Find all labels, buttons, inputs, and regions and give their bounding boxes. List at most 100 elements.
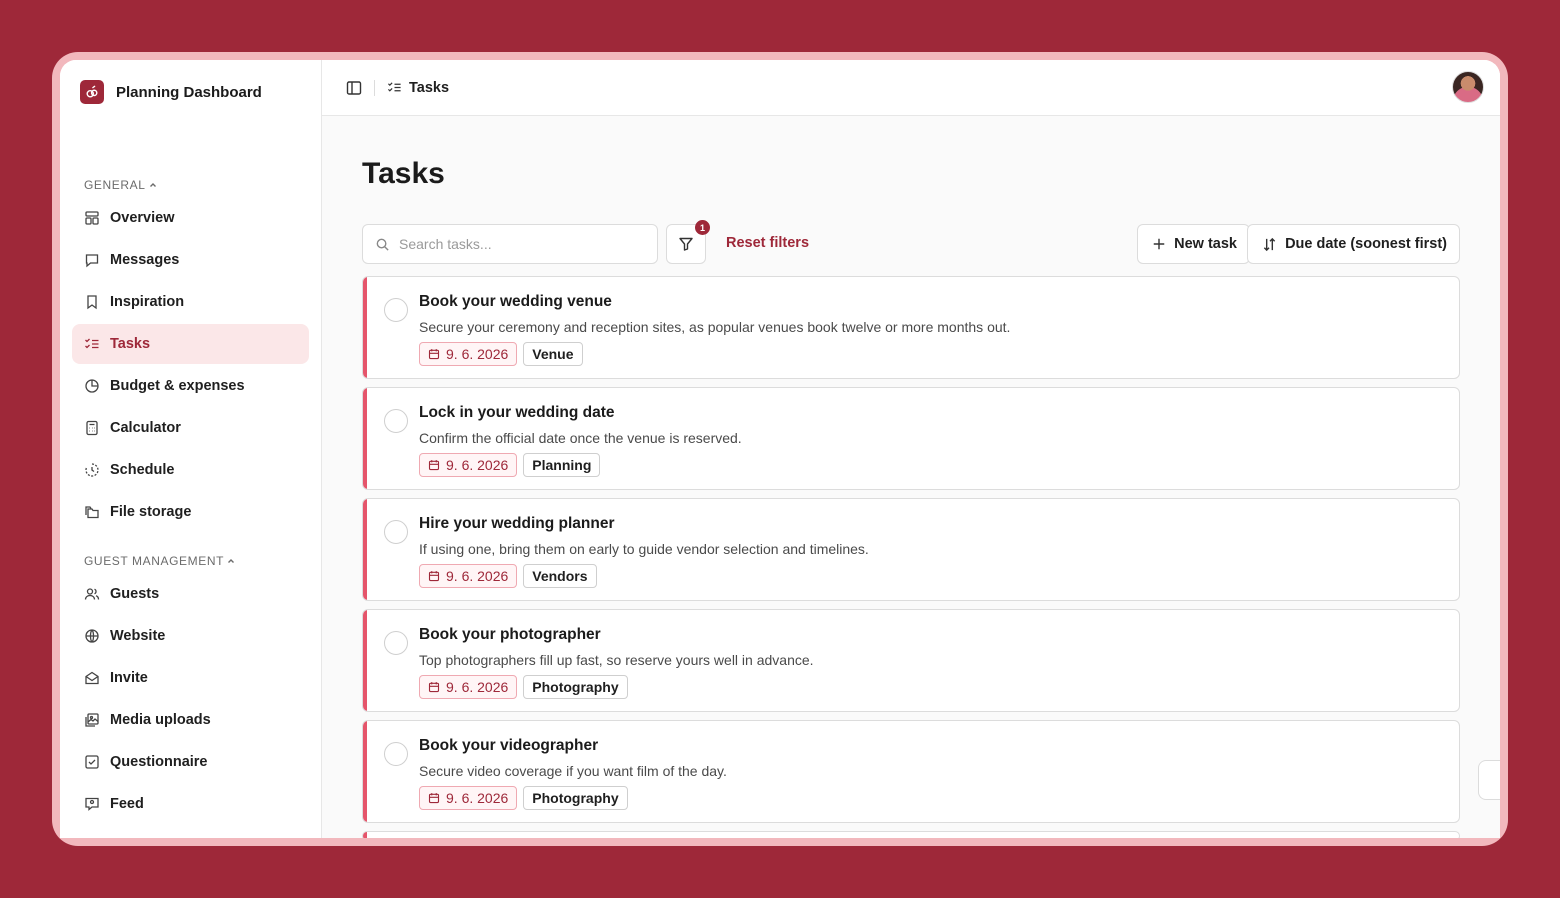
sidebar-item-label: Messages (110, 252, 180, 268)
sidebar-item-label: Tasks (110, 336, 151, 352)
task-title: Hire your wedding planner (419, 515, 615, 532)
calendar-icon (428, 793, 440, 804)
due-date-text: 9. 6. 2026 (446, 346, 509, 362)
new-task-button[interactable]: New task (1137, 224, 1250, 264)
sidebar-item-label: Media uploads (110, 712, 211, 728)
filter-button[interactable]: 1 (666, 220, 710, 264)
feed-icon (85, 797, 99, 811)
checklist-icon (85, 338, 99, 349)
section-guest-toggle[interactable]: GUEST MANAGEMENT (84, 554, 236, 568)
sort-arrows-icon (1263, 237, 1276, 251)
task-complete-checkbox[interactable] (384, 409, 408, 433)
sidebar-toggle-icon[interactable] (346, 80, 362, 96)
calendar-icon (428, 460, 440, 471)
sidebar-item-label: Budget & expenses (110, 378, 245, 394)
task-title: Book your wedding venue (419, 293, 612, 310)
task-tags: 9. 6. 2026 Photography (419, 675, 628, 699)
search-icon (376, 238, 389, 251)
sidebar-item-label: Website (110, 628, 166, 644)
divider (374, 79, 375, 96)
plus-icon (1153, 238, 1165, 250)
bookmark-icon (87, 295, 97, 310)
category-badge: Vendors (523, 564, 597, 588)
task-tags: 9. 6. 2026 Photography (419, 786, 628, 810)
sidebar-item-file-storage[interactable]: File storage (72, 492, 309, 532)
sidebar-item-invite[interactable]: Invite (72, 658, 309, 698)
nav-guest-management: Guests Website Invite Media uploads Ques… (72, 574, 309, 826)
task-card[interactable]: Book your photographer Top photographers… (362, 609, 1460, 712)
section-label: GUEST MANAGEMENT (84, 554, 225, 568)
reset-filters-link[interactable]: Reset filters (726, 235, 809, 251)
envelope-icon (85, 671, 99, 685)
calendar-icon (428, 682, 440, 693)
sidebar-item-label: Calculator (110, 420, 181, 436)
brand[interactable]: Planning Dashboard (80, 80, 262, 104)
images-icon (85, 713, 99, 727)
avatar[interactable] (1452, 71, 1484, 103)
task-tags: 9. 6. 2026 Vendors (419, 564, 597, 588)
sort-label: Due date (soonest first) (1285, 236, 1447, 252)
sidebar-item-budget[interactable]: Budget & expenses (72, 366, 309, 406)
category-badge: Venue (523, 342, 583, 366)
toolbar: 1 Reset filters New task Due date (soone… (362, 220, 1460, 264)
calendar-icon (428, 349, 440, 360)
task-complete-checkbox[interactable] (384, 520, 408, 544)
clock-icon (85, 463, 99, 477)
sidebar-item-schedule[interactable]: Schedule (72, 450, 309, 490)
sidebar-item-website[interactable]: Website (72, 616, 309, 656)
sidebar-item-label: Inspiration (110, 294, 185, 310)
folders-icon (85, 506, 99, 519)
layout-icon (85, 211, 99, 225)
due-date-badge: 9. 6. 2026 (419, 786, 518, 810)
logo-icon (80, 80, 104, 104)
new-task-label: New task (1174, 236, 1237, 252)
sidebar-item-guests[interactable]: Guests (72, 574, 309, 614)
app-window: Planning Dashboard GENERAL Overview Mess… (60, 60, 1500, 838)
globe-icon (85, 629, 99, 643)
search-input[interactable] (399, 236, 639, 252)
sidebar-item-media-uploads[interactable]: Media uploads (72, 700, 309, 740)
task-card[interactable]: Hire your wedding planner If using one, … (362, 498, 1460, 601)
task-card[interactable]: Lock in your wedding date Confirm the of… (362, 387, 1460, 490)
sort-button[interactable]: Due date (soonest first) (1247, 224, 1460, 264)
nav-general: Overview Messages Inspiration Tasks Budg… (72, 198, 309, 534)
search-box (362, 224, 658, 264)
sidebar-item-questionnaire[interactable]: Questionnaire (72, 742, 309, 782)
due-date-text: 9. 6. 2026 (446, 568, 509, 584)
pie-chart-icon (85, 379, 99, 393)
message-icon (85, 254, 99, 268)
sidebar-item-label: Guests (110, 586, 160, 602)
task-card[interactable]: Book your wedding venue Secure your cere… (362, 276, 1460, 379)
task-card[interactable] (362, 831, 1460, 838)
breadcrumb-label: Tasks (409, 79, 450, 96)
sidebar-item-label: Invite (110, 670, 148, 686)
task-complete-checkbox[interactable] (384, 742, 408, 766)
sidebar-item-label: Overview (110, 210, 175, 226)
sidebar-item-overview[interactable]: Overview (72, 198, 309, 238)
chevron-up-icon (149, 183, 156, 187)
checkbox-icon (85, 755, 99, 769)
section-general-toggle[interactable]: GENERAL (84, 178, 158, 192)
task-tags: 9. 6. 2026 Venue (419, 342, 583, 366)
sidebar-item-tasks[interactable]: Tasks (72, 324, 309, 364)
task-complete-checkbox[interactable] (384, 298, 408, 322)
sidebar-item-calculator[interactable]: Calculator (72, 408, 309, 448)
category-badge: Photography (523, 786, 628, 810)
sidebar-item-inspiration[interactable]: Inspiration (72, 282, 309, 322)
due-date-badge: 9. 6. 2026 (419, 342, 518, 366)
chevron-up-icon (228, 559, 235, 563)
sidebar-item-label: Questionnaire (110, 754, 208, 770)
section-label: GENERAL (84, 178, 146, 192)
sidebar-item-messages[interactable]: Messages (72, 240, 309, 280)
calendar-icon (428, 571, 440, 582)
users-icon (84, 588, 100, 600)
task-complete-checkbox[interactable] (384, 631, 408, 655)
help-widget-tab[interactable] (1478, 760, 1500, 800)
topbar: Tasks (322, 60, 1500, 116)
sidebar-item-feed[interactable]: Feed (72, 784, 309, 824)
due-date-text: 9. 6. 2026 (446, 457, 509, 473)
breadcrumb: Tasks (387, 80, 449, 96)
sidebar: Planning Dashboard GENERAL Overview Mess… (60, 60, 322, 838)
task-description: Confirm the official date once the venue… (419, 430, 742, 446)
task-card[interactable]: Book your videographer Secure video cove… (362, 720, 1460, 823)
